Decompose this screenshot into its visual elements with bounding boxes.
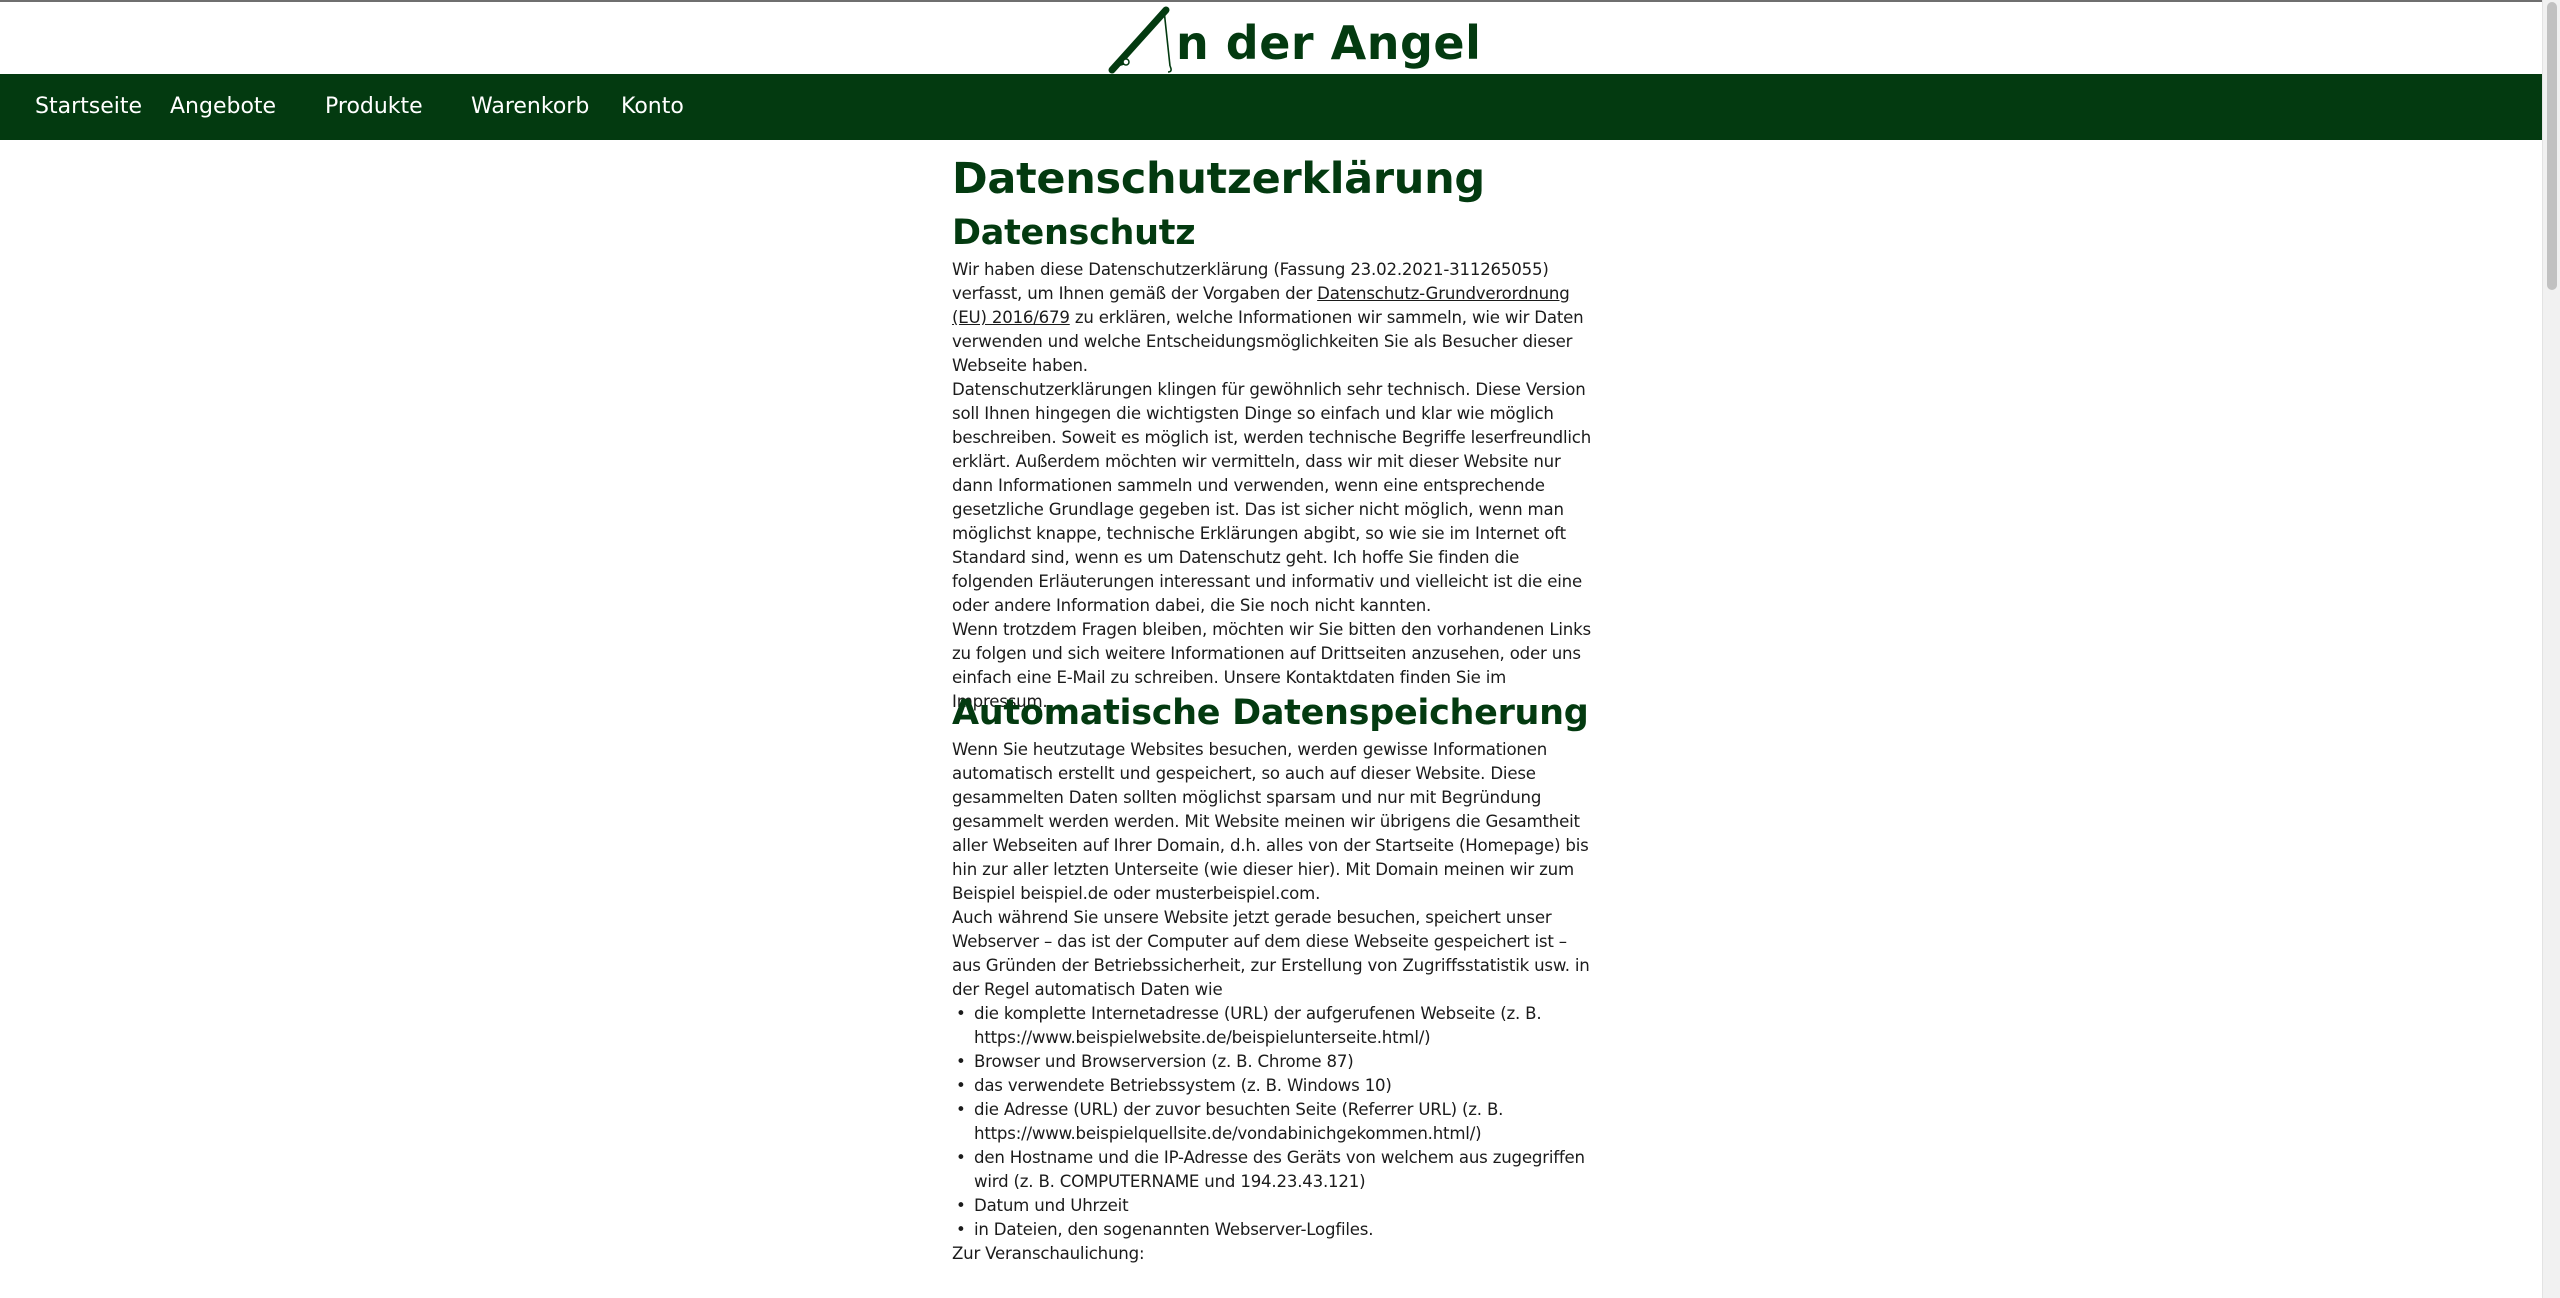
list-item: das verwendete Betriebssystem (z. B. Win… <box>952 1074 1600 1098</box>
list-item: den Hostname und die IP-Adresse des Gerä… <box>952 1146 1600 1194</box>
main-navigation: Startseite Angebote Produkte Warenkorb K… <box>0 74 2542 140</box>
nav-item-warenkorb[interactable]: Warenkorb <box>471 74 589 140</box>
page-title: Datenschutzerklärung <box>952 154 1485 204</box>
webserver-paragraph: Auch während Sie unsere Website jetzt ge… <box>952 908 1590 999</box>
list-item: die komplette Internetadresse (URL) der … <box>952 1002 1600 1050</box>
site-header: n der Angel <box>0 2 2542 74</box>
logo-text: n der Angel <box>1176 16 1482 70</box>
intro-paragraph: Wir haben diese Datenschutzerklärung (Fa… <box>952 258 1600 378</box>
explanation-paragraph: Datenschutzerklärungen klingen für gewöh… <box>952 380 1592 615</box>
section-heading-datenschutz: Datenschutz <box>952 213 1196 253</box>
list-item: in Dateien, den sogenannten Webserver-Lo… <box>952 1218 1600 1242</box>
nav-item-produkte[interactable]: Produkte <box>325 74 423 140</box>
logged-data-list: die komplette Internetadresse (URL) der … <box>952 1002 1600 1242</box>
scrollbar-thumb[interactable] <box>2547 2 2557 290</box>
section-heading-automatische-datenspeicherung: Automatische Datenspeicherung <box>952 693 1589 733</box>
list-item: die Adresse (URL) der zuvor besuchten Se… <box>952 1098 1600 1146</box>
list-item: Browser und Browserversion (z. B. Chrome… <box>952 1050 1600 1074</box>
illustration-label: Zur Veranschaulichung: <box>952 1244 1145 1263</box>
site-logo[interactable]: n der Angel <box>1104 4 1481 74</box>
storage-paragraph: Wenn Sie heutzutage Websites besuchen, w… <box>952 740 1589 903</box>
nav-item-konto[interactable]: Konto <box>621 74 684 140</box>
nav-item-startseite[interactable]: Startseite <box>35 74 142 140</box>
vertical-scrollbar[interactable] <box>2542 0 2560 1298</box>
list-item: Datum und Uhrzeit <box>952 1194 1600 1218</box>
fishing-rod-icon <box>1104 4 1178 74</box>
nav-item-angebote[interactable]: Angebote <box>170 74 276 140</box>
